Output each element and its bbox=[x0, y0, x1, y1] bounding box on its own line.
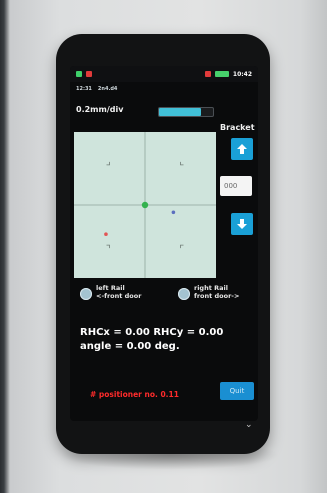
plot-corner-mark bbox=[180, 244, 184, 249]
positioner-warning: # positioner no. 0.11 bbox=[90, 390, 179, 399]
plot-canvas bbox=[74, 132, 216, 278]
quit-button[interactable]: Quit bbox=[220, 382, 254, 400]
rhc-readout: RHCx = 0.00 RHCy = 0.00 bbox=[80, 327, 224, 338]
record-icon bbox=[204, 71, 211, 77]
red-point bbox=[104, 232, 108, 236]
left-rail-label: left Rail <-front door bbox=[96, 284, 141, 300]
plot-corner-mark bbox=[106, 244, 110, 249]
phone-screen: 10:42 12:31 2n4.d4 0.2mm/div Bracket 000… bbox=[70, 66, 258, 421]
arrow-down-icon bbox=[237, 219, 247, 229]
position-plot bbox=[74, 132, 216, 278]
plot-corner-mark bbox=[106, 161, 110, 166]
blue-point bbox=[171, 210, 176, 215]
arrow-up-icon bbox=[237, 144, 247, 154]
status-bar: 10:42 bbox=[70, 66, 258, 82]
scale-slider-fill bbox=[159, 108, 202, 116]
chevron-down-icon: ⌄ bbox=[245, 420, 253, 430]
scale-slider[interactable] bbox=[158, 107, 214, 117]
right-rail-radio[interactable] bbox=[178, 288, 190, 300]
left-rail-label-line1: left Rail bbox=[96, 284, 125, 292]
info-line-1: 12:31 bbox=[76, 86, 92, 92]
scale-label: 0.2mm/div bbox=[76, 105, 124, 114]
info-line-2: 2n4.d4 bbox=[97, 86, 118, 92]
bracket-value-field[interactable]: 000 bbox=[220, 176, 252, 196]
left-rail-radio[interactable] bbox=[80, 288, 92, 300]
left-rail-label-line2: <-front door bbox=[96, 292, 142, 300]
info-bar: 12:31 2n4.d4 bbox=[70, 84, 258, 94]
app-notification-icon bbox=[76, 71, 82, 77]
center-point bbox=[141, 201, 149, 209]
angle-readout: angle = 0.00 deg. bbox=[80, 341, 180, 352]
battery-icon bbox=[214, 71, 229, 77]
bracket-up-button[interactable] bbox=[231, 138, 253, 160]
status-time: 10:42 bbox=[232, 70, 252, 78]
bracket-label: Bracket bbox=[220, 123, 255, 132]
results-readout: RHCx = 0.00 RHCy = 0.00 angle = 0.00 deg… bbox=[80, 326, 223, 354]
right-rail-label: right Rail front door-> bbox=[194, 284, 239, 300]
alert-notification-icon bbox=[86, 71, 92, 77]
bracket-down-button[interactable] bbox=[231, 213, 253, 235]
right-rail-label-line1: right Rail bbox=[194, 284, 228, 292]
right-rail-label-line2: front door-> bbox=[194, 292, 240, 300]
plot-corner-mark bbox=[180, 161, 184, 166]
